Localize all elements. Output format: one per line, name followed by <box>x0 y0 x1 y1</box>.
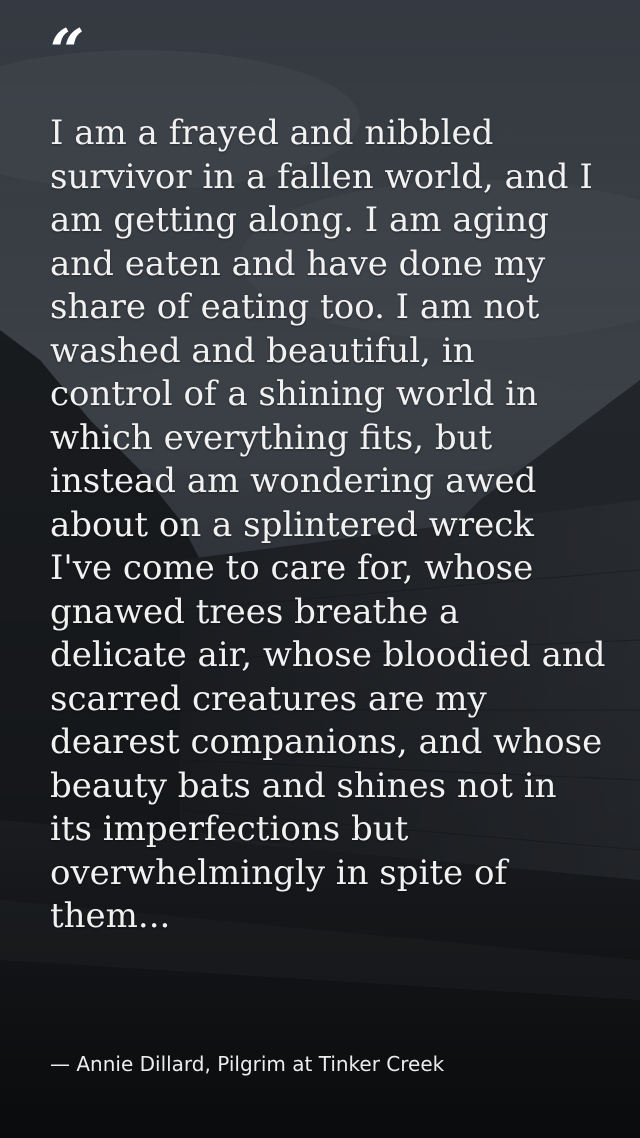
quote-mark-icon: “ <box>50 17 85 87</box>
quote-text: I am a frayed and nibbled survivor in a … <box>50 113 606 936</box>
attribution: — Annie Dillard, Pilgrim at Tinker Creek <box>50 1052 445 1076</box>
